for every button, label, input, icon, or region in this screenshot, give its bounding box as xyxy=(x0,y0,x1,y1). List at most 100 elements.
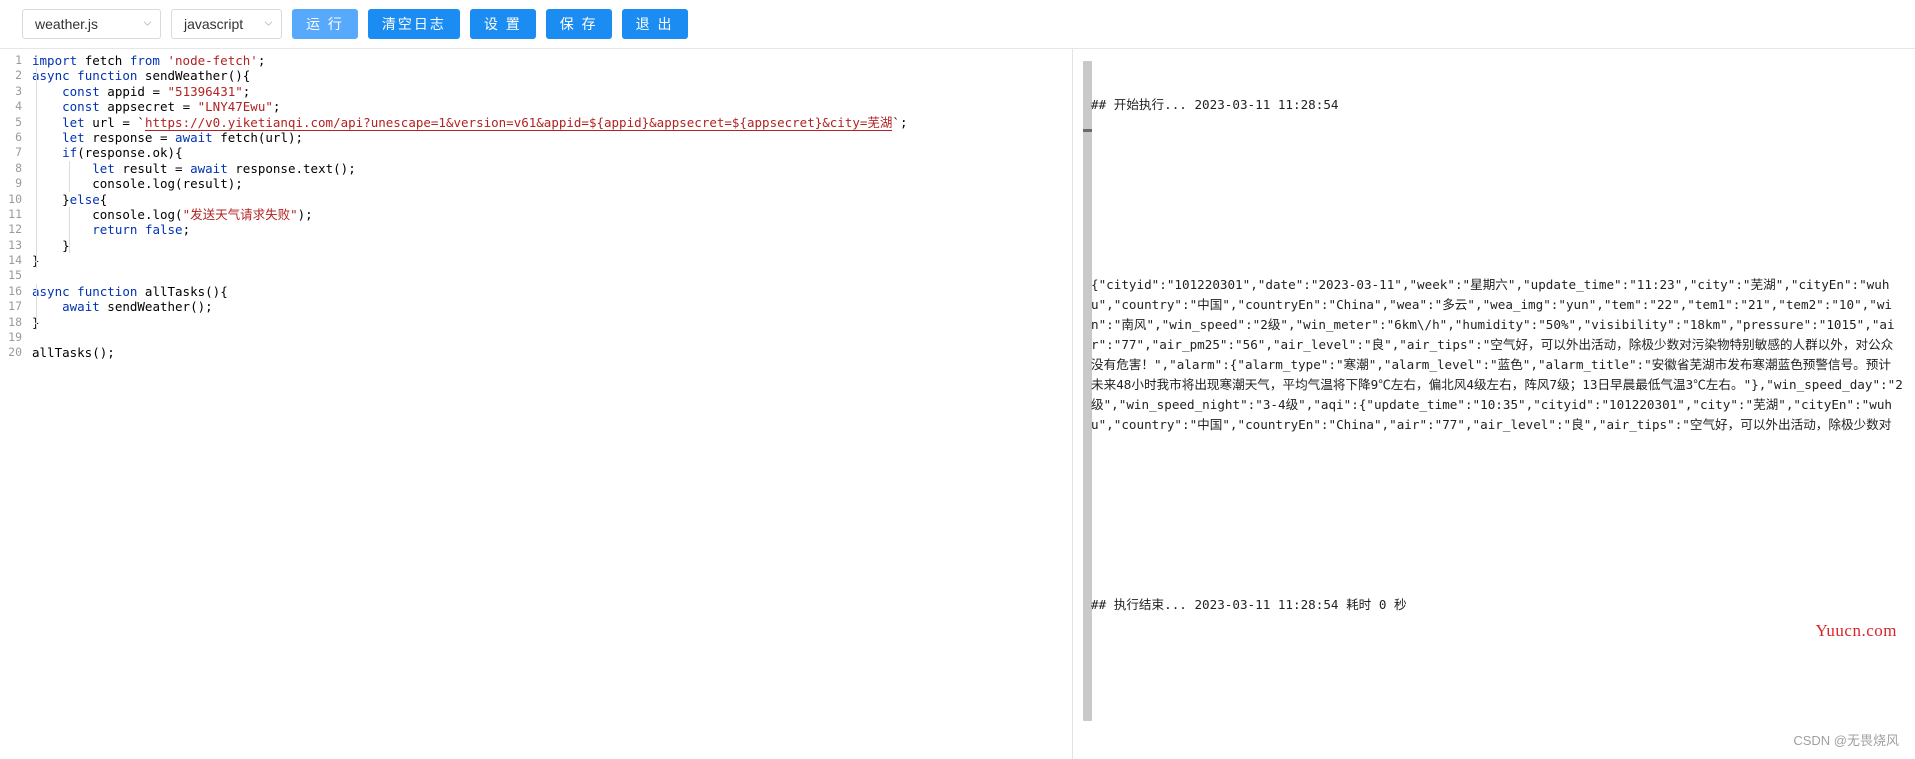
console-spacer-1 xyxy=(1091,155,1903,175)
csdn-watermark: CSDN @无畏烧风 xyxy=(1793,733,1899,748)
code-line-text[interactable]: } xyxy=(26,237,1072,254)
console-start-line: ## 开始执行... 2023-03-11 11:28:54 xyxy=(1091,97,1339,112)
code-line-text[interactable]: allTasks(); xyxy=(26,345,1072,360)
console-result-json: {"cityid":"101220301","date":"2023-03-11… xyxy=(1091,277,1903,432)
code-line[interactable]: 10 }else{ xyxy=(0,191,1072,207)
line-number: 9 xyxy=(15,176,22,191)
indent-guide xyxy=(69,237,70,254)
line-number: 14 xyxy=(8,253,22,268)
code-line-text[interactable]: }else{ xyxy=(26,191,1072,207)
line-number: 16 xyxy=(8,283,22,298)
code-line-text[interactable]: async function allTasks(){ xyxy=(26,283,1072,300)
line-number: 20 xyxy=(8,345,22,360)
code-line-text[interactable]: let response = await fetch(url); xyxy=(26,129,1072,146)
line-number: 19 xyxy=(8,330,22,345)
code-line[interactable]: 1 import fetch from 'node-fetch'; xyxy=(0,53,1072,68)
chevron-down-icon xyxy=(143,19,152,28)
indent-guide xyxy=(69,206,70,223)
indent-guide xyxy=(36,191,37,207)
file-select-value: weather.js xyxy=(35,16,99,32)
line-number: 5 xyxy=(15,114,22,129)
code-line-text[interactable]: } xyxy=(26,253,1072,269)
line-number: 7 xyxy=(15,145,22,160)
code-line[interactable]: 4 const appsecret = "LNY47Ewu"; xyxy=(0,99,1072,115)
line-number: 8 xyxy=(15,160,22,175)
code-line-text[interactable] xyxy=(26,268,1072,283)
line-number: 6 xyxy=(15,129,22,144)
console-spacer-2 xyxy=(1091,215,1903,235)
code-line[interactable]: 2 async function sendWeather(){ xyxy=(0,68,1072,84)
indent-guide xyxy=(36,206,37,223)
code-line[interactable]: 9 console.log(result); xyxy=(0,176,1072,192)
code-line-text[interactable]: await sendWeather(); xyxy=(26,299,1072,315)
code-line[interactable]: 17 await sendWeather(); xyxy=(0,299,1072,315)
indent-guide xyxy=(36,145,37,161)
code-line[interactable]: 11 console.log("发送天气请求失败"); xyxy=(0,206,1072,223)
main-split: 1 import fetch from 'node-fetch'; 2 async f… xyxy=(0,49,1915,759)
indent-guide xyxy=(36,299,37,315)
indent-guide xyxy=(69,160,70,177)
line-number: 10 xyxy=(8,191,22,206)
indent-guide xyxy=(36,160,37,177)
code-lines-container[interactable]: 1 import fetch from 'node-fetch'; 2 async f… xyxy=(0,49,1072,361)
console-scrollbar-track[interactable] xyxy=(1078,55,1092,723)
chevron-down-icon xyxy=(264,19,273,28)
indent-guide xyxy=(36,237,37,254)
indent-guide xyxy=(36,176,37,192)
code-editor[interactable]: 1 import fetch from 'node-fetch'; 2 async f… xyxy=(0,49,1072,759)
code-line[interactable]: 14} xyxy=(0,253,1072,269)
code-line-text[interactable]: let result = await response.text(); xyxy=(26,160,1072,177)
line-number: 11 xyxy=(8,206,22,221)
code-line-text[interactable]: const appid = "51396431"; xyxy=(26,83,1072,100)
code-line[interactable]: 5 let url = `https://v0.yiketianqi.com/a… xyxy=(0,114,1072,131)
console-spacer-3 xyxy=(1091,475,1903,495)
code-line-text[interactable]: const appsecret = "LNY47Ewu"; xyxy=(26,99,1072,115)
code-line-text[interactable]: return false; xyxy=(26,222,1072,238)
code-line-text[interactable]: console.log(result); xyxy=(26,176,1072,192)
language-select-value: javascript xyxy=(184,16,244,32)
code-line[interactable]: 13 } xyxy=(0,237,1072,254)
indent-guide xyxy=(36,314,37,331)
indent-guide xyxy=(36,114,37,130)
line-number: 12 xyxy=(8,222,22,237)
code-line-text[interactable]: let url = `https://v0.yiketianqi.com/api… xyxy=(26,114,1072,131)
indent-guide xyxy=(69,222,70,238)
line-number: 3 xyxy=(15,83,22,98)
run-button[interactable]: 运 行 xyxy=(292,9,358,39)
code-line[interactable]: 18} xyxy=(0,314,1072,331)
code-line[interactable]: 12 return false; xyxy=(0,222,1072,238)
line-number: 1 xyxy=(15,53,22,67)
indent-guide xyxy=(36,283,37,300)
console-panel[interactable]: ## 开始执行... 2023-03-11 11:28:54 {"cityid"… xyxy=(1073,49,1915,759)
code-line-text[interactable]: import fetch from 'node-fetch'; xyxy=(26,53,1072,68)
code-line[interactable]: 3 const appid = "51396431"; xyxy=(0,83,1072,100)
save-button[interactable]: 保 存 xyxy=(545,9,612,39)
line-number: 17 xyxy=(8,299,22,314)
line-number: 18 xyxy=(8,314,22,329)
code-line-text[interactable]: } xyxy=(26,314,1072,331)
language-select[interactable]: javascript xyxy=(171,9,282,39)
code-line-text[interactable] xyxy=(26,330,1072,345)
code-line-text[interactable]: if(response.ok){ xyxy=(26,145,1072,161)
console-spacer-4 xyxy=(1091,535,1903,555)
settings-button[interactable]: 设 置 xyxy=(469,9,536,39)
code-line[interactable]: 20 allTasks(); xyxy=(0,345,1072,360)
clear-log-button[interactable]: 清空日志 xyxy=(367,9,460,39)
code-line[interactable]: 6 let response = await fetch(url); xyxy=(0,129,1072,146)
code-line-text[interactable]: console.log("发送天气请求失败"); xyxy=(26,206,1072,223)
code-line[interactable]: 19 xyxy=(0,330,1072,345)
indent-guide xyxy=(36,83,37,100)
indent-guide xyxy=(36,68,37,84)
code-line-text[interactable]: async function sendWeather(){ xyxy=(26,68,1072,84)
file-select[interactable]: weather.js xyxy=(22,9,161,39)
code-line[interactable]: 16 async function allTasks(){ xyxy=(0,283,1072,300)
exit-button[interactable]: 退 出 xyxy=(621,9,688,39)
indent-guide xyxy=(36,99,37,115)
code-line[interactable]: 7 if(response.ok){ xyxy=(0,145,1072,161)
toolbar: weather.js javascript 运 行 清空日志 设 置 保 存 退… xyxy=(0,0,1915,49)
indent-guide xyxy=(36,253,37,269)
code-line[interactable]: 8 let result = await response.text(); xyxy=(0,160,1072,177)
code-line[interactable]: 15 xyxy=(0,268,1072,283)
line-number: 13 xyxy=(8,237,22,252)
console-end-line: ## 执行结束... 2023-03-11 11:28:54 耗时 0 秒 xyxy=(1091,597,1407,612)
